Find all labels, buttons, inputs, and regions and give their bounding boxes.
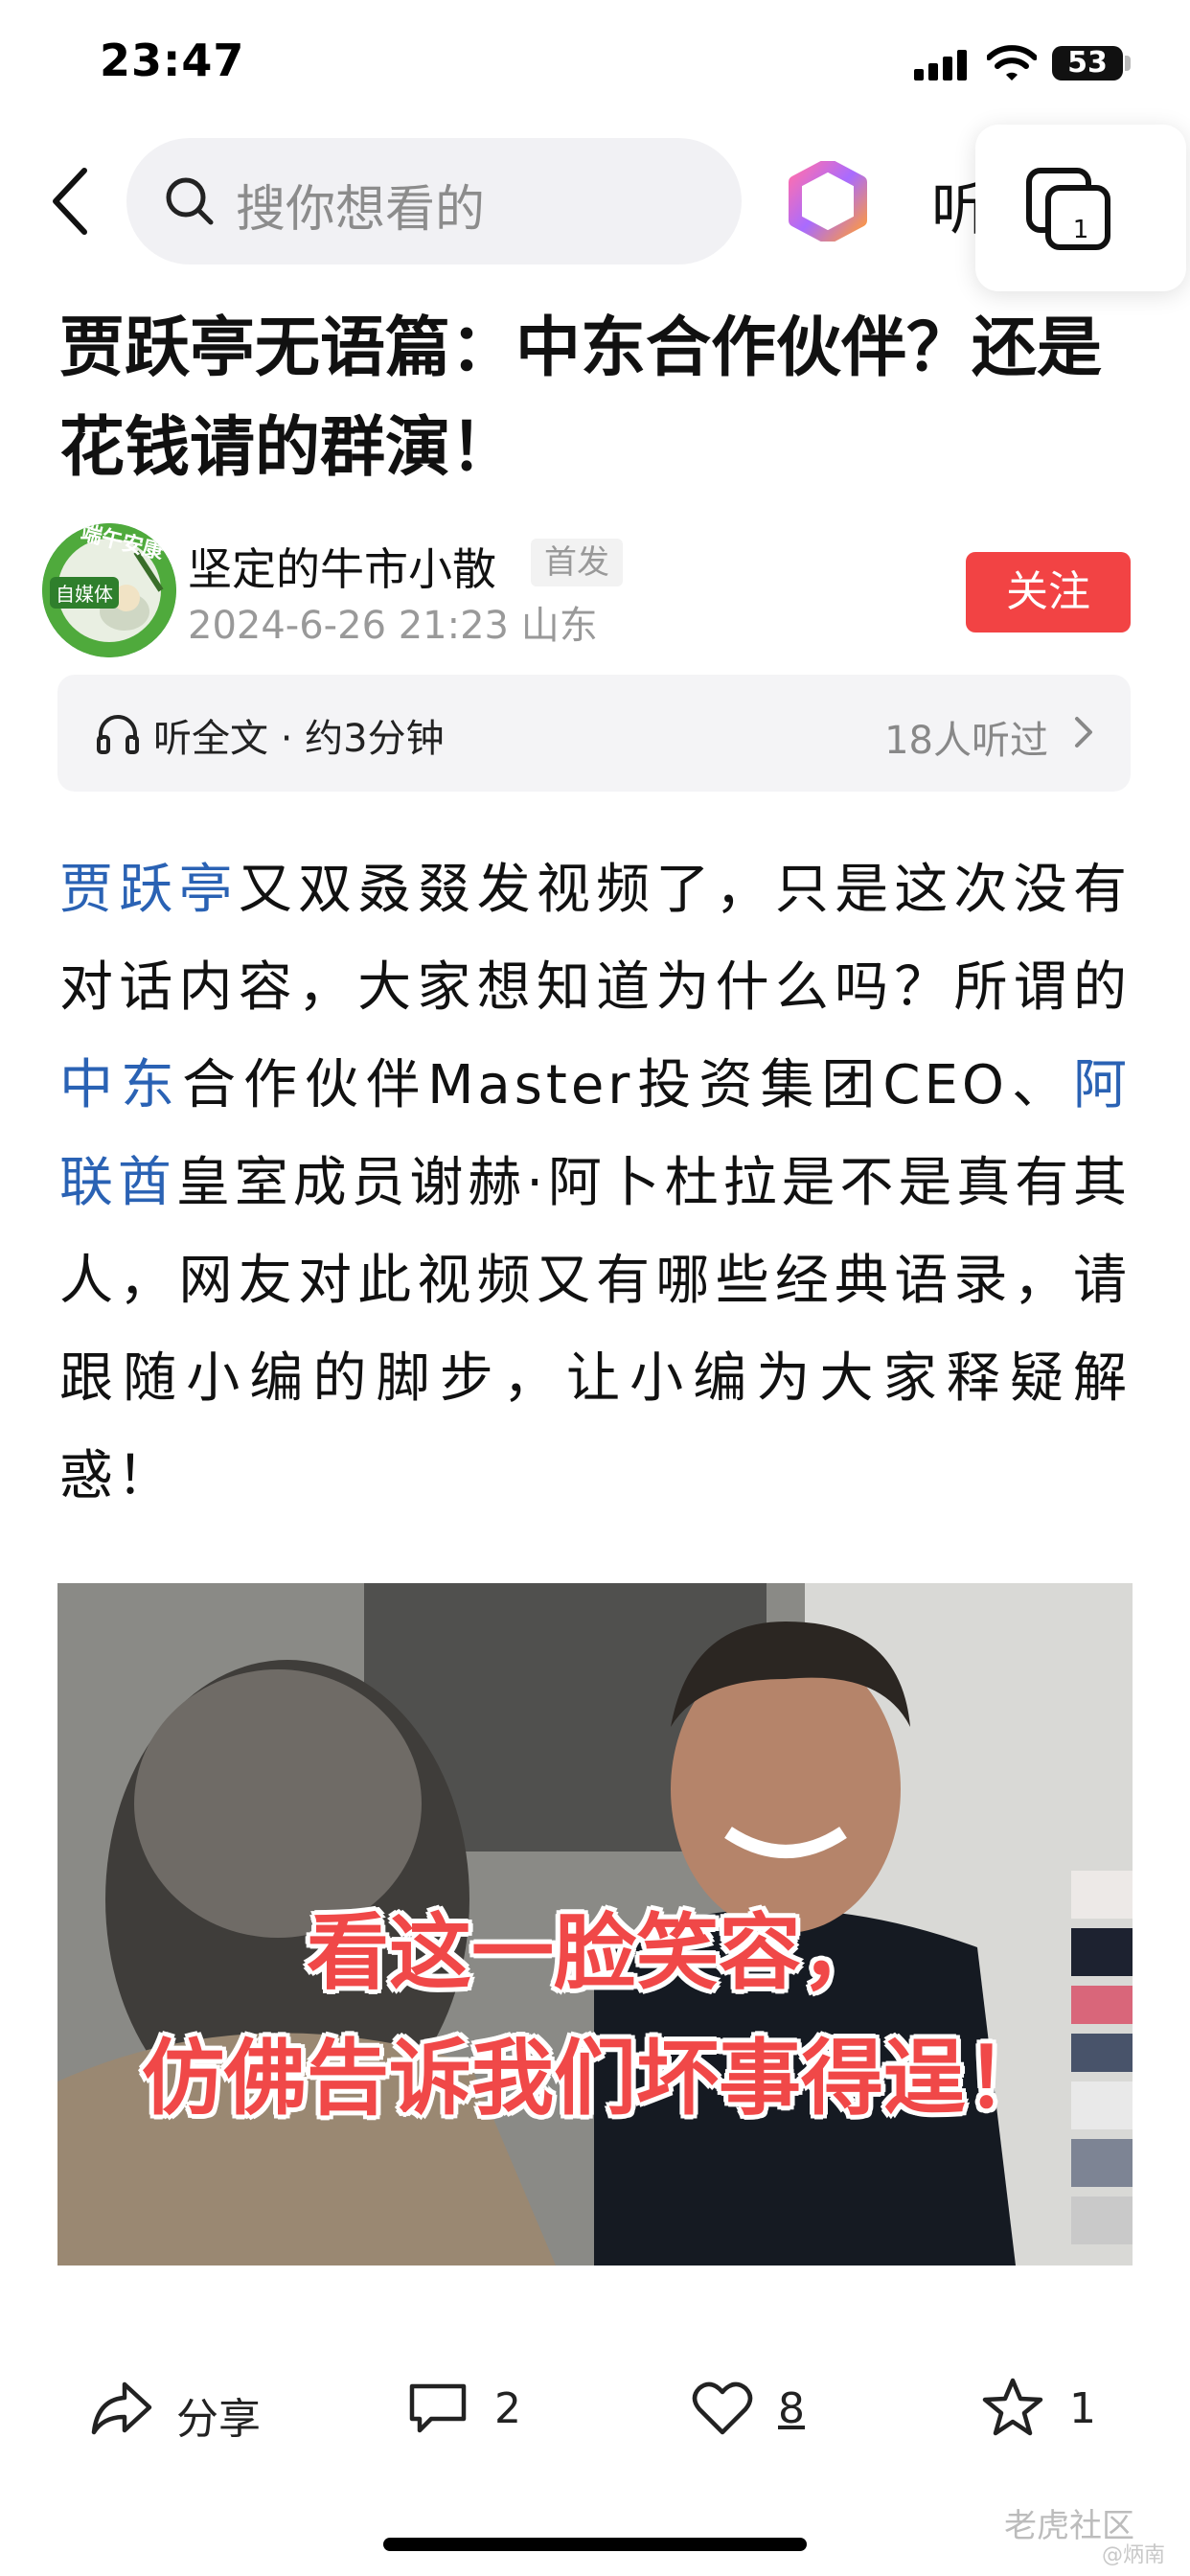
heart-icon[interactable] — [692, 2380, 753, 2436]
listen-full-text-bar[interactable]: 听全文 · 约3分钟 18人听过 — [57, 675, 1131, 792]
tabs-icon: 1 — [1026, 168, 1110, 250]
listen-label: 听全文 · 约3分钟 — [153, 717, 445, 761]
back-icon[interactable] — [44, 163, 98, 240]
share-icon[interactable] — [90, 2379, 153, 2436]
search-placeholder: 搜你想看的 — [236, 181, 486, 239]
article-image[interactable]: 看这一脸笑容， 仿佛告诉我们坏事得逞！ — [57, 1583, 1133, 2266]
share-label[interactable]: 分享 — [176, 2384, 261, 2446]
body-text-2: 合作伙伴Master投资集团CEO、 — [182, 1054, 1073, 1116]
publish-meta: 2024-6-26 21:23 山东 — [188, 604, 598, 648]
status-time: 23:47 — [100, 34, 245, 86]
tabs-button[interactable]: 1 — [975, 125, 1186, 291]
image-caption-line-1: 看这一脸笑容， — [307, 1905, 883, 2001]
keyword-link-middle-east[interactable]: 中东 — [59, 1054, 182, 1116]
search-icon — [166, 177, 214, 225]
first-publish-badge: 首发 — [531, 539, 623, 586]
keyword-link-jia-yueting[interactable]: 贾跃亭 — [59, 859, 239, 921]
avatar-text-mid: 自媒体 — [50, 577, 119, 609]
comment-icon[interactable] — [408, 2380, 468, 2436]
battery-indicator: 53 — [1052, 46, 1123, 80]
like-count[interactable]: 8 — [778, 2384, 805, 2433]
star-icon[interactable] — [981, 2377, 1044, 2438]
article-title: 贾跃亭无语篇：中东合作伙伴？还是花钱请的群演！ — [59, 310, 1103, 486]
body-text-3: 皇室成员谢赫·阿卜杜拉是不是真有其人，网友对此视频又有哪些经典语录，请跟随小编的… — [59, 1152, 1132, 1507]
home-indicator[interactable] — [383, 2538, 807, 2551]
ai-assistant-icon[interactable] — [788, 161, 868, 242]
favorite-count[interactable]: 1 — [1069, 2384, 1096, 2433]
listen-count: 18人听过 — [884, 719, 1048, 763]
chevron-right-icon — [1075, 717, 1092, 748]
watermark-sub: @炳南 — [1102, 2543, 1166, 2567]
author-name[interactable]: 坚定的牛市小散 — [188, 535, 496, 598]
avatar[interactable]: 端午安康 自媒体 — [42, 523, 176, 657]
battery-cap — [1125, 56, 1131, 71]
image-caption-line-2: 仿佛告诉我们坏事得逞！ — [142, 2031, 1048, 2127]
headphone-icon — [97, 715, 139, 754]
article-body: 贾跃亭又双叒叕发视频了，只是这次没有对话内容，大家想知道为什么吗？所谓的中东合作… — [59, 841, 1131, 1526]
comment-count[interactable]: 2 — [494, 2384, 521, 2433]
follow-button[interactable]: 关注 — [966, 552, 1131, 632]
search-input[interactable]: 搜你想看的 — [126, 138, 742, 264]
wifi-icon — [987, 45, 1037, 80]
tabs-count: 1 — [1073, 216, 1089, 244]
cellular-signal-icon — [914, 48, 968, 80]
